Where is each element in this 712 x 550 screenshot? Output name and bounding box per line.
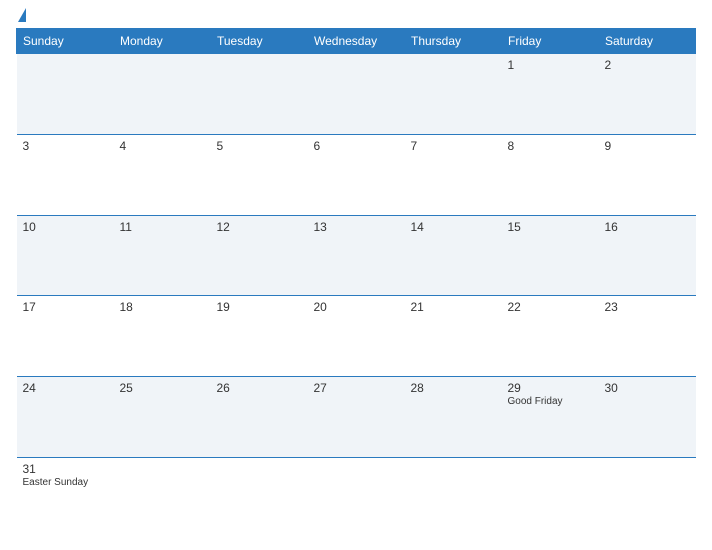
day-number: 29 <box>508 381 593 395</box>
calendar-cell: 20 <box>308 296 405 377</box>
calendar-cell: 26 <box>211 377 308 458</box>
day-number: 24 <box>23 381 108 395</box>
calendar-cell: 14 <box>405 215 502 296</box>
calendar-cell <box>599 457 696 538</box>
day-number: 22 <box>508 300 593 314</box>
day-number: 26 <box>217 381 302 395</box>
calendar-week-row: 31Easter Sunday <box>17 457 696 538</box>
calendar-cell: 24 <box>17 377 114 458</box>
day-number: 15 <box>508 220 593 234</box>
calendar-table: Sunday Monday Tuesday Wednesday Thursday… <box>16 28 696 538</box>
calendar-cell <box>211 54 308 135</box>
day-number: 7 <box>411 139 496 153</box>
day-number: 2 <box>605 58 690 72</box>
calendar-cell: 25 <box>114 377 211 458</box>
calendar-cell: 7 <box>405 134 502 215</box>
calendar-cell: 18 <box>114 296 211 377</box>
calendar-cell: 1 <box>502 54 599 135</box>
day-event: Easter Sunday <box>23 477 108 488</box>
calendar-cell: 12 <box>211 215 308 296</box>
calendar-cell: 10 <box>17 215 114 296</box>
day-number: 9 <box>605 139 690 153</box>
calendar-cell: 5 <box>211 134 308 215</box>
day-number: 28 <box>411 381 496 395</box>
day-number: 17 <box>23 300 108 314</box>
col-tuesday: Tuesday <box>211 29 308 54</box>
col-thursday: Thursday <box>405 29 502 54</box>
day-number: 18 <box>120 300 205 314</box>
calendar-cell: 21 <box>405 296 502 377</box>
calendar-cell: 11 <box>114 215 211 296</box>
day-number: 27 <box>314 381 399 395</box>
calendar-cell: 3 <box>17 134 114 215</box>
col-monday: Monday <box>114 29 211 54</box>
col-saturday: Saturday <box>599 29 696 54</box>
calendar-cell <box>308 457 405 538</box>
calendar-week-row: 17 18 19 20 21 22 23 <box>17 296 696 377</box>
calendar-cell: 29Good Friday <box>502 377 599 458</box>
calendar-cell <box>211 457 308 538</box>
calendar-cell: 6 <box>308 134 405 215</box>
day-number: 10 <box>23 220 108 234</box>
logo <box>16 12 26 22</box>
day-number: 19 <box>217 300 302 314</box>
calendar-week-row: 3456789 <box>17 134 696 215</box>
day-number: 1 <box>508 58 593 72</box>
calendar-cell: 19 <box>211 296 308 377</box>
calendar-cell: 16 <box>599 215 696 296</box>
day-event: Good Friday <box>508 396 593 407</box>
calendar-cell <box>114 54 211 135</box>
day-number: 13 <box>314 220 399 234</box>
calendar-cell: 4 <box>114 134 211 215</box>
calendar-cell: 31Easter Sunday <box>17 457 114 538</box>
day-number: 4 <box>120 139 205 153</box>
day-number: 31 <box>23 462 108 476</box>
weekday-header-row: Sunday Monday Tuesday Wednesday Thursday… <box>17 29 696 54</box>
day-number: 12 <box>217 220 302 234</box>
calendar-cell <box>405 54 502 135</box>
calendar-cell: 28 <box>405 377 502 458</box>
day-number: 20 <box>314 300 399 314</box>
calendar-cell: 13 <box>308 215 405 296</box>
calendar-week-row: 12 <box>17 54 696 135</box>
day-number: 16 <box>605 220 690 234</box>
logo-triangle-icon <box>18 8 26 22</box>
day-number: 8 <box>508 139 593 153</box>
calendar-week-row: 10 11 12 13 14 15 16 <box>17 215 696 296</box>
day-number: 11 <box>120 220 205 234</box>
day-number: 25 <box>120 381 205 395</box>
calendar-cell <box>114 457 211 538</box>
calendar-cell <box>405 457 502 538</box>
calendar-cell: 17 <box>17 296 114 377</box>
day-number: 14 <box>411 220 496 234</box>
col-wednesday: Wednesday <box>308 29 405 54</box>
day-number: 21 <box>411 300 496 314</box>
calendar-cell <box>17 54 114 135</box>
calendar-cell: 22 <box>502 296 599 377</box>
calendar-cell: 2 <box>599 54 696 135</box>
calendar-page: Sunday Monday Tuesday Wednesday Thursday… <box>0 0 712 550</box>
calendar-week-row: 24 25 26 27 28 29Good Friday 30 <box>17 377 696 458</box>
day-number: 5 <box>217 139 302 153</box>
calendar-cell: 27 <box>308 377 405 458</box>
calendar-cell <box>308 54 405 135</box>
calendar-header <box>16 12 696 22</box>
calendar-cell: 23 <box>599 296 696 377</box>
calendar-cell: 30 <box>599 377 696 458</box>
col-sunday: Sunday <box>17 29 114 54</box>
calendar-cell <box>502 457 599 538</box>
day-number: 6 <box>314 139 399 153</box>
day-number: 30 <box>605 381 690 395</box>
day-number: 3 <box>23 139 108 153</box>
col-friday: Friday <box>502 29 599 54</box>
calendar-cell: 9 <box>599 134 696 215</box>
day-number: 23 <box>605 300 690 314</box>
calendar-cell: 8 <box>502 134 599 215</box>
calendar-cell: 15 <box>502 215 599 296</box>
